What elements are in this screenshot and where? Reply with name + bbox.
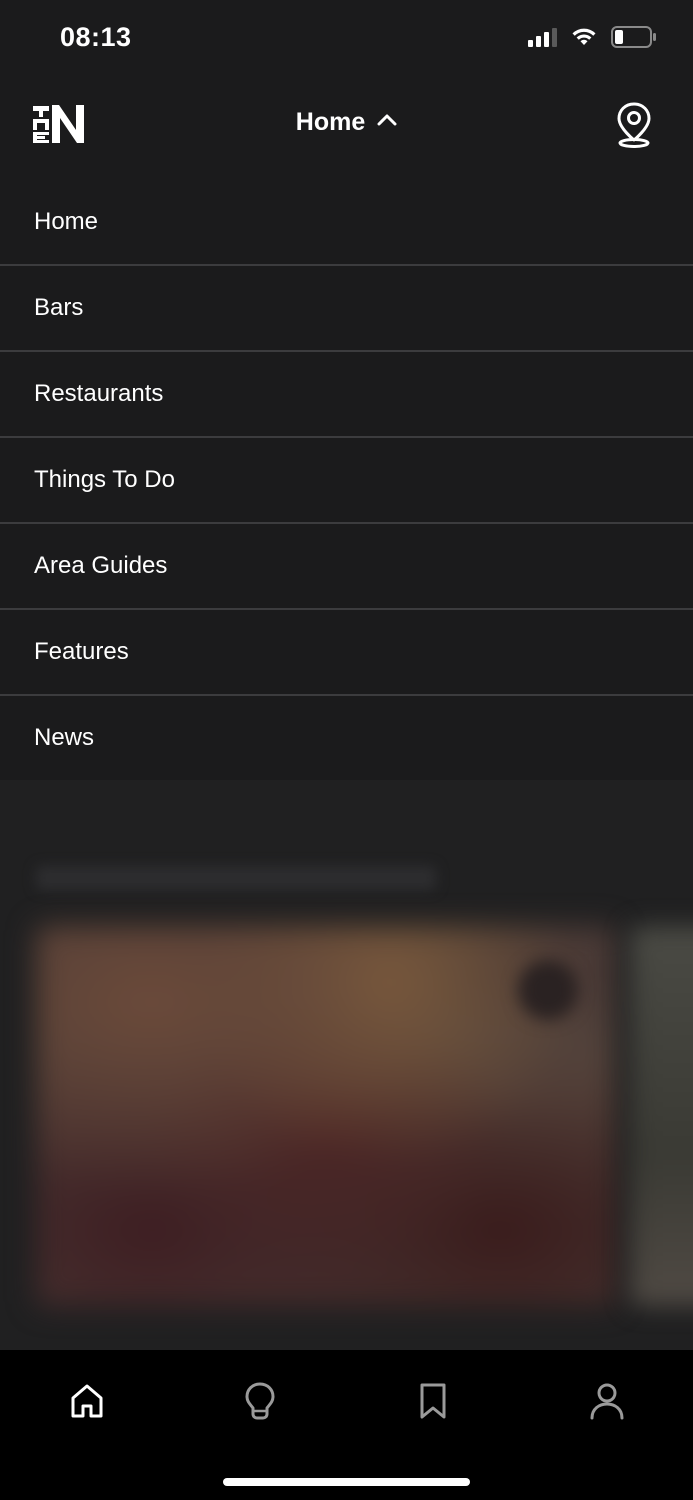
page-selector-label: Home: [295, 108, 366, 136]
cellular-signal-icon: [528, 27, 557, 47]
blurred-background-content: [0, 780, 693, 1350]
status-icons: [528, 26, 657, 48]
lightbulb-icon: [245, 1382, 275, 1420]
menu-item-label: Things To Do: [34, 466, 175, 493]
menu-item-restaurants[interactable]: Restaurants: [0, 352, 693, 438]
tab-ideas[interactable]: [240, 1380, 280, 1422]
menu-item-features[interactable]: Features: [0, 610, 693, 696]
tab-saved[interactable]: [413, 1380, 453, 1422]
home-icon: [71, 1384, 103, 1418]
status-time: 08:13: [60, 22, 132, 52]
chevron-up-icon: [377, 114, 397, 126]
bookmark-icon: [420, 1383, 446, 1419]
tab-home[interactable]: [67, 1380, 107, 1422]
app-header: Home: [0, 78, 693, 172]
battery-icon: [611, 26, 656, 48]
menu-item-label: Home: [34, 208, 99, 235]
menu-item-bars[interactable]: Bars: [0, 266, 693, 352]
status-bar: 08:13: [0, 0, 693, 78]
menu-item-label: Area Guides: [34, 552, 168, 579]
blurred-secondary-image: [630, 926, 693, 1306]
menu-item-label: Features: [34, 638, 129, 665]
menu-item-label: Restaurants: [34, 380, 164, 407]
home-indicator[interactable]: [223, 1478, 470, 1486]
menu-item-label: News: [34, 724, 95, 751]
wifi-icon: [572, 28, 596, 45]
blurred-section-heading: [36, 866, 436, 890]
blurred-bookmark-badge: [518, 960, 578, 1020]
navigation-menu: Home Bars Restaurants Things To Do Area …: [0, 180, 693, 782]
menu-item-label: Bars: [34, 294, 84, 321]
tab-profile[interactable]: [587, 1380, 627, 1422]
page-selector[interactable]: Home: [0, 108, 693, 137]
menu-item-news[interactable]: News: [0, 696, 693, 782]
menu-item-home[interactable]: Home: [0, 180, 693, 266]
profile-icon: [590, 1383, 624, 1420]
menu-item-area-guides[interactable]: Area Guides: [0, 524, 693, 610]
menu-item-things-to-do[interactable]: Things To Do: [0, 438, 693, 524]
map-pin-icon[interactable]: [613, 100, 655, 150]
tab-bar: [0, 1350, 693, 1500]
